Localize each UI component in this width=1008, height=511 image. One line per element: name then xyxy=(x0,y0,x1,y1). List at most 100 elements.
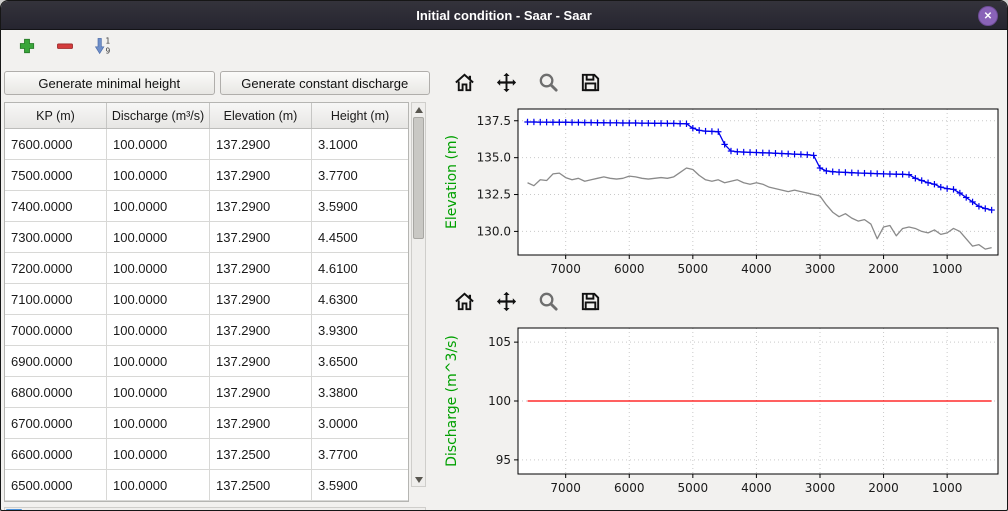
titlebar[interactable]: Initial condition - Saar - Saar ✕ xyxy=(1,1,1007,30)
table-cell[interactable]: 3.9300 xyxy=(312,315,408,345)
table-cell[interactable]: 6700.0000 xyxy=(5,408,107,438)
initial-condition-table: KP (m) Discharge (m³/s) Elevation (m) He… xyxy=(4,102,409,502)
table-cell[interactable]: 4.4500 xyxy=(312,222,408,252)
close-icon: ✕ xyxy=(984,11,992,22)
pan-button[interactable] xyxy=(490,70,522,98)
table-cell[interactable]: 137.2900 xyxy=(210,253,312,283)
remove-row-button[interactable] xyxy=(53,34,77,61)
zoom-button[interactable] xyxy=(532,289,564,317)
column-header-height[interactable]: Height (m) xyxy=(312,103,408,128)
column-header-discharge[interactable]: Discharge (m³/s) xyxy=(107,103,210,128)
close-button[interactable]: ✕ xyxy=(978,6,998,26)
sort-rows-button[interactable]: 1 9 xyxy=(91,34,115,61)
table-cell[interactable]: 3.3800 xyxy=(312,377,408,407)
main-content: Generate minimal height Generate constan… xyxy=(1,64,1007,511)
x-tick-label: 2000 xyxy=(868,262,899,276)
zoom-button[interactable] xyxy=(532,70,564,98)
table-row: 7400.0000100.0000137.29003.5900 xyxy=(5,191,408,222)
table-cell[interactable]: 7600.0000 xyxy=(5,129,107,159)
table-cell[interactable]: 6500.0000 xyxy=(5,470,107,500)
table-cell[interactable]: 6600.0000 xyxy=(5,439,107,469)
table-cell[interactable]: 7400.0000 xyxy=(5,191,107,221)
x-tick-label: 6000 xyxy=(614,481,645,495)
table-row: 6800.0000100.0000137.29003.3800 xyxy=(5,377,408,408)
save-button[interactable] xyxy=(574,70,606,98)
table-cell[interactable]: 6800.0000 xyxy=(5,377,107,407)
y-axis-label: Discharge (m^3/s) xyxy=(444,335,460,467)
add-row-button[interactable] xyxy=(15,34,39,61)
table-cell[interactable]: 137.2500 xyxy=(210,439,312,469)
table-cell[interactable]: 100.0000 xyxy=(107,284,210,314)
table-cell[interactable]: 137.2900 xyxy=(210,284,312,314)
table-cell[interactable]: 100.0000 xyxy=(107,470,210,500)
remove-icon xyxy=(55,36,75,59)
window-title: Initial condition - Saar - Saar xyxy=(416,8,592,23)
pan-icon xyxy=(495,71,518,97)
arrow-down-icon xyxy=(415,477,423,483)
table-cell[interactable]: 100.0000 xyxy=(107,222,210,252)
discharge-plot[interactable]: 700060005000400030002000100010510095Disc… xyxy=(440,320,1006,504)
table-row: 7000.0000100.0000137.29003.9300 xyxy=(5,315,408,346)
generate-minimal-height-button[interactable]: Generate minimal height xyxy=(4,71,215,95)
table-cell[interactable]: 7200.0000 xyxy=(5,253,107,283)
table-cell[interactable]: 137.2900 xyxy=(210,160,312,190)
table-cell[interactable]: 7500.0000 xyxy=(5,160,107,190)
generate-constant-discharge-button[interactable]: Generate constant discharge xyxy=(220,71,431,95)
table-cell[interactable]: 137.2900 xyxy=(210,408,312,438)
y-tick-label: 137.5 xyxy=(477,114,511,128)
arrow-up-icon xyxy=(415,107,423,113)
y-tick-label: 100 xyxy=(488,394,511,408)
table-cell[interactable]: 137.2900 xyxy=(210,315,312,345)
table-row: 6600.0000100.0000137.25003.7700 xyxy=(5,439,408,470)
home-button[interactable] xyxy=(448,289,480,317)
y-tick-label: 130.0 xyxy=(477,224,511,238)
zoom-icon xyxy=(537,71,560,97)
scroll-up-button[interactable] xyxy=(412,103,425,116)
table-cell[interactable]: 137.2500 xyxy=(210,470,312,500)
table-cell[interactable]: 6900.0000 xyxy=(5,346,107,376)
scroll-down-button[interactable] xyxy=(412,473,425,486)
column-header-elevation[interactable]: Elevation (m) xyxy=(210,103,312,128)
table-cell[interactable]: 100.0000 xyxy=(107,253,210,283)
table-cell[interactable]: 4.6300 xyxy=(312,284,408,314)
pan-button[interactable] xyxy=(490,289,522,317)
table-cell[interactable]: 137.2900 xyxy=(210,346,312,376)
table-cell[interactable]: 100.0000 xyxy=(107,129,210,159)
svg-text:1: 1 xyxy=(106,36,111,45)
table-cell[interactable]: 3.6500 xyxy=(312,346,408,376)
table-cell[interactable]: 100.0000 xyxy=(107,191,210,221)
save-button[interactable] xyxy=(574,289,606,317)
x-tick-label: 1000 xyxy=(932,481,963,495)
column-header-kp[interactable]: KP (m) xyxy=(5,103,107,128)
table-cell[interactable]: 4.6100 xyxy=(312,253,408,283)
table-cell[interactable]: 3.5900 xyxy=(312,470,408,500)
table-row: 7300.0000100.0000137.29004.4500 xyxy=(5,222,408,253)
home-button[interactable] xyxy=(448,70,480,98)
table-area: KP (m) Discharge (m³/s) Elevation (m) He… xyxy=(4,102,438,502)
table-cell[interactable]: 137.2900 xyxy=(210,377,312,407)
scrollbar-thumb[interactable] xyxy=(413,117,424,239)
table-cell[interactable]: 100.0000 xyxy=(107,346,210,376)
table-cell[interactable]: 100.0000 xyxy=(107,408,210,438)
table-cell[interactable]: 100.0000 xyxy=(107,439,210,469)
table-cell[interactable]: 7000.0000 xyxy=(5,315,107,345)
table-cell[interactable]: 100.0000 xyxy=(107,315,210,345)
table-cell[interactable]: 7300.0000 xyxy=(5,222,107,252)
scrollbar-track[interactable] xyxy=(412,116,425,473)
table-row: 7600.0000100.0000137.29003.1000 xyxy=(5,129,408,160)
table-cell[interactable]: 100.0000 xyxy=(107,160,210,190)
table-cell[interactable]: 7100.0000 xyxy=(5,284,107,314)
table-header-row: KP (m) Discharge (m³/s) Elevation (m) He… xyxy=(5,103,408,129)
table-cell[interactable]: 3.7700 xyxy=(312,160,408,190)
elevation-plot[interactable]: 7000600050004000300020001000137.5135.013… xyxy=(440,101,1006,285)
table-cell[interactable]: 3.0000 xyxy=(312,408,408,438)
table-cell[interactable]: 137.2900 xyxy=(210,129,312,159)
table-cell[interactable]: 3.5900 xyxy=(312,191,408,221)
table-cell[interactable]: 3.1000 xyxy=(312,129,408,159)
table-cell[interactable]: 100.0000 xyxy=(107,377,210,407)
table-horizontal-scrollbar[interactable] xyxy=(4,507,426,511)
table-cell[interactable]: 3.7700 xyxy=(312,439,408,469)
table-cell[interactable]: 137.2900 xyxy=(210,222,312,252)
table-cell[interactable]: 137.2900 xyxy=(210,191,312,221)
table-vertical-scrollbar[interactable] xyxy=(411,102,426,487)
